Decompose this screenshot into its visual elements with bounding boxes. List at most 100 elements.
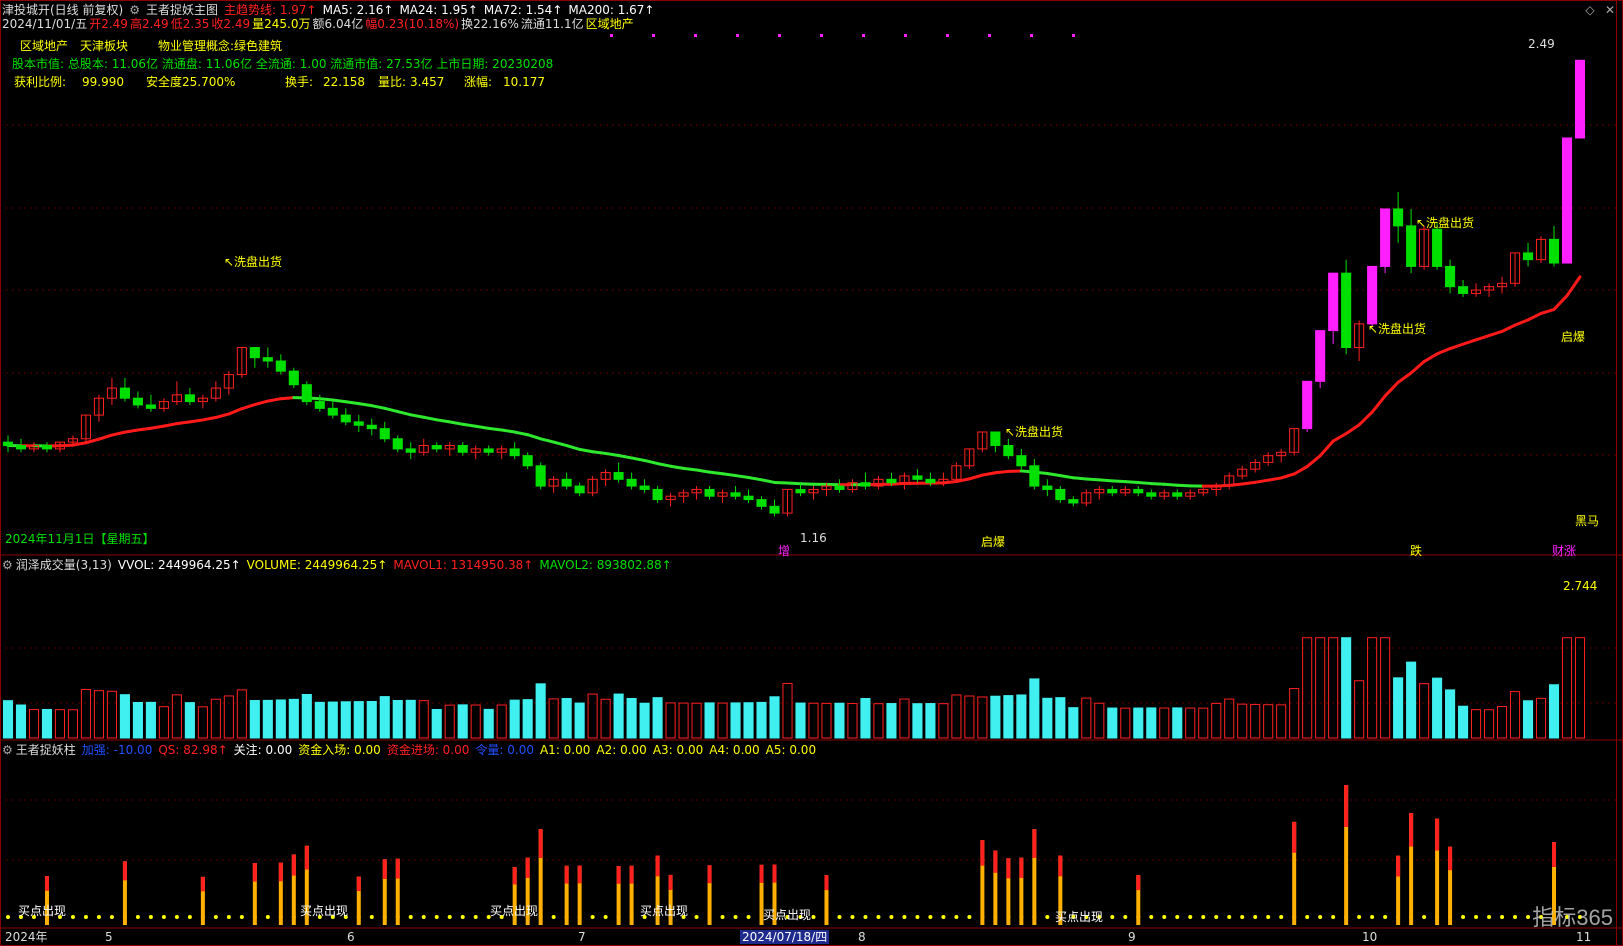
trend-line-segment [1123,480,1140,484]
trend-line-segment [1500,323,1517,333]
king-column-top [616,866,621,884]
volume-bar [834,702,845,739]
volume-bar [1003,695,1014,739]
signal-dot [1162,915,1167,919]
volume-bar [938,703,949,739]
signal-dot [369,915,374,919]
x-tick-label: 10 [1362,930,1378,944]
volume-title[interactable]: 润泽成交量(3,13) [16,558,112,572]
volume-bar [1133,707,1144,739]
volume-bar [951,694,962,739]
volume-bar [80,689,91,739]
volume-bar [1042,697,1053,739]
trend-line-segment [279,396,296,401]
high-marker: 2.49 [1528,37,1555,51]
volume-bar [249,700,260,739]
volume-bar [704,702,715,739]
signal-dot [161,915,166,919]
volume-bar [1120,707,1131,739]
trend-line-segment [461,422,478,428]
label-die: 跌 [1410,544,1423,558]
trend-line-segment [1539,307,1556,315]
trend-line-segment [1357,410,1374,427]
volume-bar [1341,637,1352,739]
signal-dot [590,915,595,919]
trend-line-segment [227,407,244,416]
candle-body [756,499,767,507]
candle-body [1315,330,1326,382]
signal-dot [1253,915,1258,919]
king-column-top [252,863,257,882]
signal-dot [447,915,452,919]
volume-bar [1094,702,1105,739]
buy-signal-label: 买点出现 [640,904,689,918]
volume-bar [236,689,247,739]
trend-line-segment [695,468,712,474]
signal-dot [265,915,270,919]
volume-bar [275,699,286,739]
candle-body [1432,228,1443,267]
volume-bar [925,703,936,739]
candle-body [1574,59,1586,139]
volume-bar [678,702,689,739]
gear-icon[interactable]: ⚙ [2,558,13,572]
signal-dot [915,915,920,919]
trend-line-segment [1422,352,1439,364]
volume-bar [1016,694,1027,739]
candle-body [769,505,780,514]
watermark-logo: 指标365 [1532,905,1613,930]
candle-body [509,448,520,457]
candle-body [327,407,338,416]
trend-line-segment [1058,474,1075,480]
king-column-top [993,850,998,873]
signal-dot [135,915,140,919]
trend-line-segment [747,475,764,482]
king-column-top [1006,858,1011,879]
top-marker-dot [1030,34,1033,37]
signal-dot [434,915,439,919]
volume-bar [15,704,27,739]
king-column-top [122,861,127,881]
king-title[interactable]: 王者捉妖柱 [16,743,76,757]
volume-bar [1432,677,1443,739]
candle-body [2,441,14,447]
signal-dot [1201,915,1206,919]
volume-bar [67,709,79,739]
candle-body [1341,272,1352,349]
candle-body [912,475,923,480]
volume-bar [340,701,351,739]
volume-bar [782,682,793,739]
signal-dot [551,915,556,919]
trend-line-segment [500,428,517,434]
signal-dot [876,915,881,919]
king-column-top [707,865,712,884]
trend-line-segment [1344,423,1361,436]
trend-line-segment [422,415,439,422]
trend-line-segment [513,430,530,437]
main-date-label: 2024年11月1日【星期五】 [5,532,155,546]
volume-bar [600,698,611,739]
king-column-top [1552,842,1557,867]
volume-bar [743,702,754,739]
trend-line-segment [1448,342,1465,351]
candle-body [860,482,871,487]
volume-bar [1548,684,1560,739]
signal-dot [1266,915,1271,919]
signal-dot [1461,915,1466,919]
trend-line-segment [123,428,140,434]
volume-bar [639,702,650,739]
candle-body [886,478,897,484]
king-column-top [1136,875,1141,891]
trend-line-segment [396,410,413,417]
candle-body [613,472,624,480]
volume-bar [613,693,624,739]
volume-bar [444,704,455,739]
candle-body [535,465,546,487]
candle-body [652,488,663,501]
volume-bar [366,700,377,739]
candle-body [132,397,143,406]
gear-icon[interactable]: ⚙ [2,743,13,757]
signal-dot [1318,915,1323,919]
volume-bar [535,683,546,739]
signal-dot [6,915,10,919]
